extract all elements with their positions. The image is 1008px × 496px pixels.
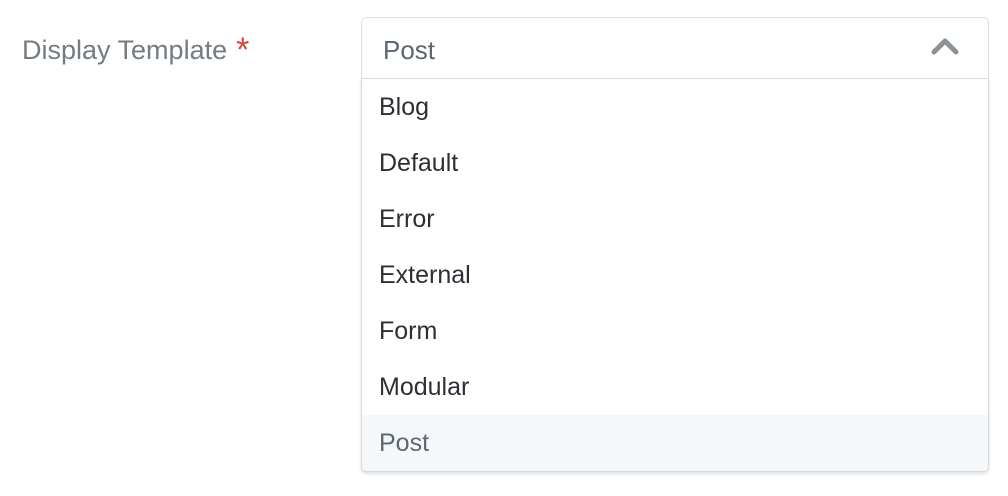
selected-value: Post [383, 35, 436, 65]
option-post[interactable]: Post [362, 415, 988, 471]
option-modular[interactable]: Modular [362, 359, 988, 415]
display-template-select[interactable]: Post [361, 17, 989, 78]
option-form[interactable]: Form [362, 303, 988, 359]
option-blog[interactable]: Blog [362, 79, 988, 135]
required-indicator: * [236, 31, 250, 69]
option-error[interactable]: Error [362, 191, 988, 247]
display-template-label: Display Template * [22, 30, 249, 68]
template-options-list: Blog Default Error External Form Modular… [361, 78, 989, 472]
option-default[interactable]: Default [362, 135, 988, 191]
field-label-text: Display Template [22, 35, 228, 65]
chevron-up-icon[interactable] [930, 36, 960, 56]
option-external[interactable]: External [362, 247, 988, 303]
